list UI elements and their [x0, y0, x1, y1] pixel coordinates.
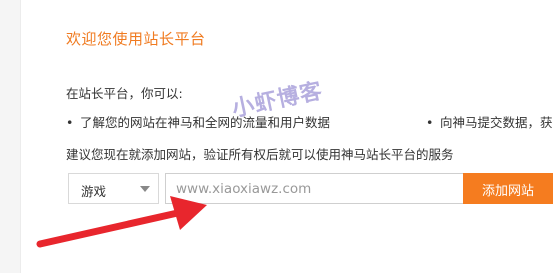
arrow-head — [170, 196, 207, 230]
arrow-shaft — [36, 208, 186, 248]
red-arrow-icon — [36, 196, 207, 248]
